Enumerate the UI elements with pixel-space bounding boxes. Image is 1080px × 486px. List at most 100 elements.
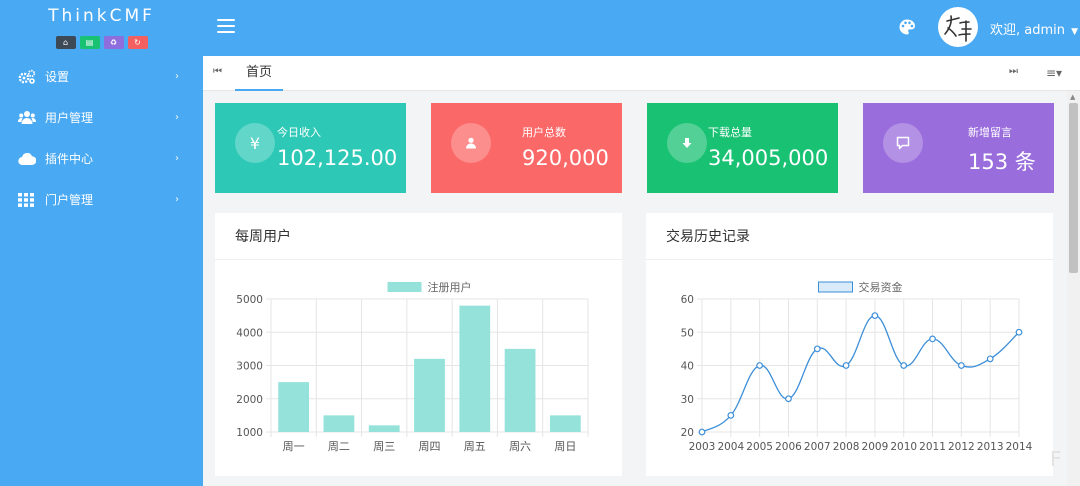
brand-buttons: ⌂ ▤ ♻ ↻ [0, 36, 203, 49]
x-tick-label: 周日 [554, 440, 576, 453]
data-point [871, 312, 879, 320]
y-tick-label: 40 [681, 361, 694, 373]
palette-icon[interactable] [898, 18, 916, 36]
scroll-up-icon[interactable]: ▲ [1070, 93, 1075, 101]
refresh-icon: ↻ [134, 38, 141, 47]
grid-icon [18, 192, 36, 208]
x-tick-label: 周三 [373, 440, 395, 453]
sidebar-item-settings[interactable]: 设置 › [0, 56, 203, 97]
bar [504, 348, 536, 432]
watermark: F [1050, 447, 1062, 471]
stat-card-messages: 新增留言 153 条 [863, 103, 1054, 193]
sidebar-item-plugins[interactable]: 插件中心 › [0, 138, 203, 179]
bar [414, 358, 445, 432]
stat-card-users: 用户总数 920,000 [431, 103, 622, 193]
data-point [813, 345, 821, 353]
brand: ThinkCMF ⌂ ▤ ♻ ↻ [0, 0, 203, 56]
stat-label: 今日收入 [277, 126, 321, 139]
data-point [986, 355, 994, 363]
bar [459, 305, 491, 432]
x-tick-label: 2007 [804, 441, 831, 453]
legend-swatch [818, 281, 853, 293]
y-tick-label: 20 [681, 427, 694, 439]
tab-scroll-left-icon[interactable]: ⏮ [213, 66, 222, 77]
home-button[interactable]: ⌂ [55, 36, 76, 49]
recycle-button[interactable]: ♻ [103, 36, 124, 49]
stat-label: 新增留言 [968, 126, 1012, 139]
recycle-icon: ♻ [109, 38, 118, 47]
refresh-button[interactable]: ↻ [127, 36, 148, 49]
chevron-right-icon: › [175, 194, 179, 205]
user-menu[interactable]: 欢迎, admin ▼ [990, 19, 1078, 38]
legend-label: 交易资金 [859, 280, 903, 294]
x-tick-label: 2010 [890, 441, 917, 453]
sidebar-item-label: 用户管理 [45, 111, 94, 125]
y-tick-label: 60 [681, 294, 694, 306]
data-point [1015, 328, 1023, 336]
scrollbar[interactable]: ▲ [1067, 91, 1080, 486]
scrollbar-thumb[interactable] [1069, 103, 1078, 273]
data-point [900, 362, 908, 369]
data-point [756, 362, 764, 369]
chevron-right-icon: › [175, 153, 179, 164]
x-tick-label: 周六 [509, 440, 531, 453]
cloud-icon [18, 151, 36, 167]
data-point [698, 428, 706, 436]
x-tick-label: 2003 [689, 441, 716, 453]
sidebar-item-label: 设置 [45, 70, 70, 84]
avatar[interactable] [938, 7, 978, 47]
tab-options-icon[interactable]: ≡▾ [1046, 66, 1062, 80]
y-tick-label: 30 [681, 394, 694, 406]
file-icon: ▤ [85, 38, 94, 47]
bar [549, 415, 581, 432]
y-tick-label: 4000 [236, 327, 263, 339]
weekly-users-panel: 每周用户 注册用户 1000 2000 3000 4000 5000 周一 周二 周三 周四 周五 周… [215, 213, 622, 476]
data-point [727, 411, 735, 419]
bar [323, 415, 355, 432]
brand-title[interactable]: ThinkCMF [0, 6, 203, 26]
x-tick-label: 2012 [948, 441, 975, 453]
stat-label: 下载总量 [708, 126, 752, 139]
sidebar-item-label: 门户管理 [45, 193, 94, 207]
x-tick-label: 2014 [1006, 441, 1033, 453]
y-tick-label: 5000 [236, 294, 263, 306]
legend-label: 注册用户 [428, 280, 472, 294]
x-tick-label: 周四 [419, 440, 441, 453]
x-tick-label: 2006 [775, 441, 802, 453]
legend: 注册用户 [387, 280, 472, 294]
caret-down-icon: ▼ [1071, 27, 1079, 37]
welcome-text: 欢迎, admin [990, 23, 1065, 38]
y-tick-label: 1000 [236, 427, 263, 439]
x-tick-label: 2004 [717, 441, 744, 453]
stat-value: 102,125.00 [277, 146, 398, 170]
x-tick-label: 2013 [977, 441, 1004, 453]
series-line [701, 314, 1020, 433]
data-point [957, 362, 965, 369]
sidebar-item-users[interactable]: 用户管理 › [0, 97, 203, 138]
sidebar-item-portal[interactable]: 门户管理 › [0, 179, 203, 220]
y-tick-label: 50 [681, 327, 694, 339]
bar [368, 425, 400, 432]
bar [278, 382, 310, 432]
file-button[interactable]: ▤ [79, 36, 100, 49]
y-tick-label: 3000 [236, 361, 263, 373]
legend: 交易资金 [818, 280, 903, 294]
panel-title: 交易历史记录 [646, 213, 1053, 260]
user-icon [451, 123, 491, 163]
stat-value: 920,000 [522, 146, 609, 170]
data-point [842, 362, 850, 369]
weekly-users-chart: 注册用户 1000 2000 3000 4000 5000 周一 周二 周三 周四 周五 周六 周日 [236, 280, 589, 453]
transaction-history-chart: 交易资金20304050602003 2004 2005 2006 2007 2008 20… [681, 280, 1033, 453]
tab-scroll-right-icon[interactable]: ⏭ [1009, 66, 1018, 77]
top-bar: 欢迎, admin ▼ [203, 0, 1080, 56]
legend-swatch [387, 282, 422, 292]
y-tick-label: 2000 [236, 394, 263, 406]
x-tick-label: 周一 [283, 440, 305, 453]
menu-toggle-icon[interactable] [217, 19, 235, 35]
users-icon [18, 110, 36, 126]
chevron-right-icon: › [175, 71, 179, 82]
tab-home[interactable]: 首页 [235, 56, 283, 91]
x-tick-label: 周五 [464, 440, 486, 453]
x-tick-label: 2008 [833, 441, 860, 453]
tab-bar: ⏮ 首页 ⏭ ≡▾ [203, 56, 1080, 91]
